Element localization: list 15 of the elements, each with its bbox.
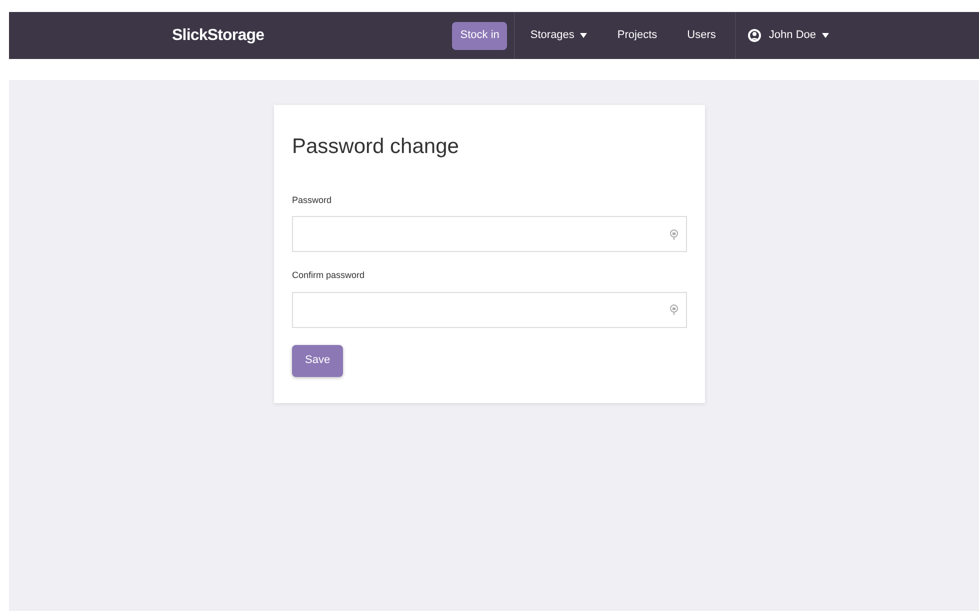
password-field[interactable] <box>292 216 687 252</box>
lock-icon <box>670 304 678 315</box>
user-menu[interactable]: John Doe <box>736 22 841 50</box>
lock-icon <box>670 228 678 240</box>
nav-link[interactable]: Stock in <box>452 22 508 50</box>
brand-logo[interactable]: SlickStorage <box>172 24 264 48</box>
password-field[interactable] <box>292 292 687 328</box>
form-title: Password change <box>292 134 460 160</box>
field-label: Password <box>292 194 333 206</box>
save-button[interactable]: Save <box>292 344 344 376</box>
nav-link[interactable]: Users <box>679 22 724 50</box>
user-icon <box>748 28 761 43</box>
nav-link[interactable]: Storages <box>522 22 596 50</box>
nav-link[interactable]: Projects <box>609 22 666 50</box>
field-label: Confirm password <box>292 269 366 282</box>
